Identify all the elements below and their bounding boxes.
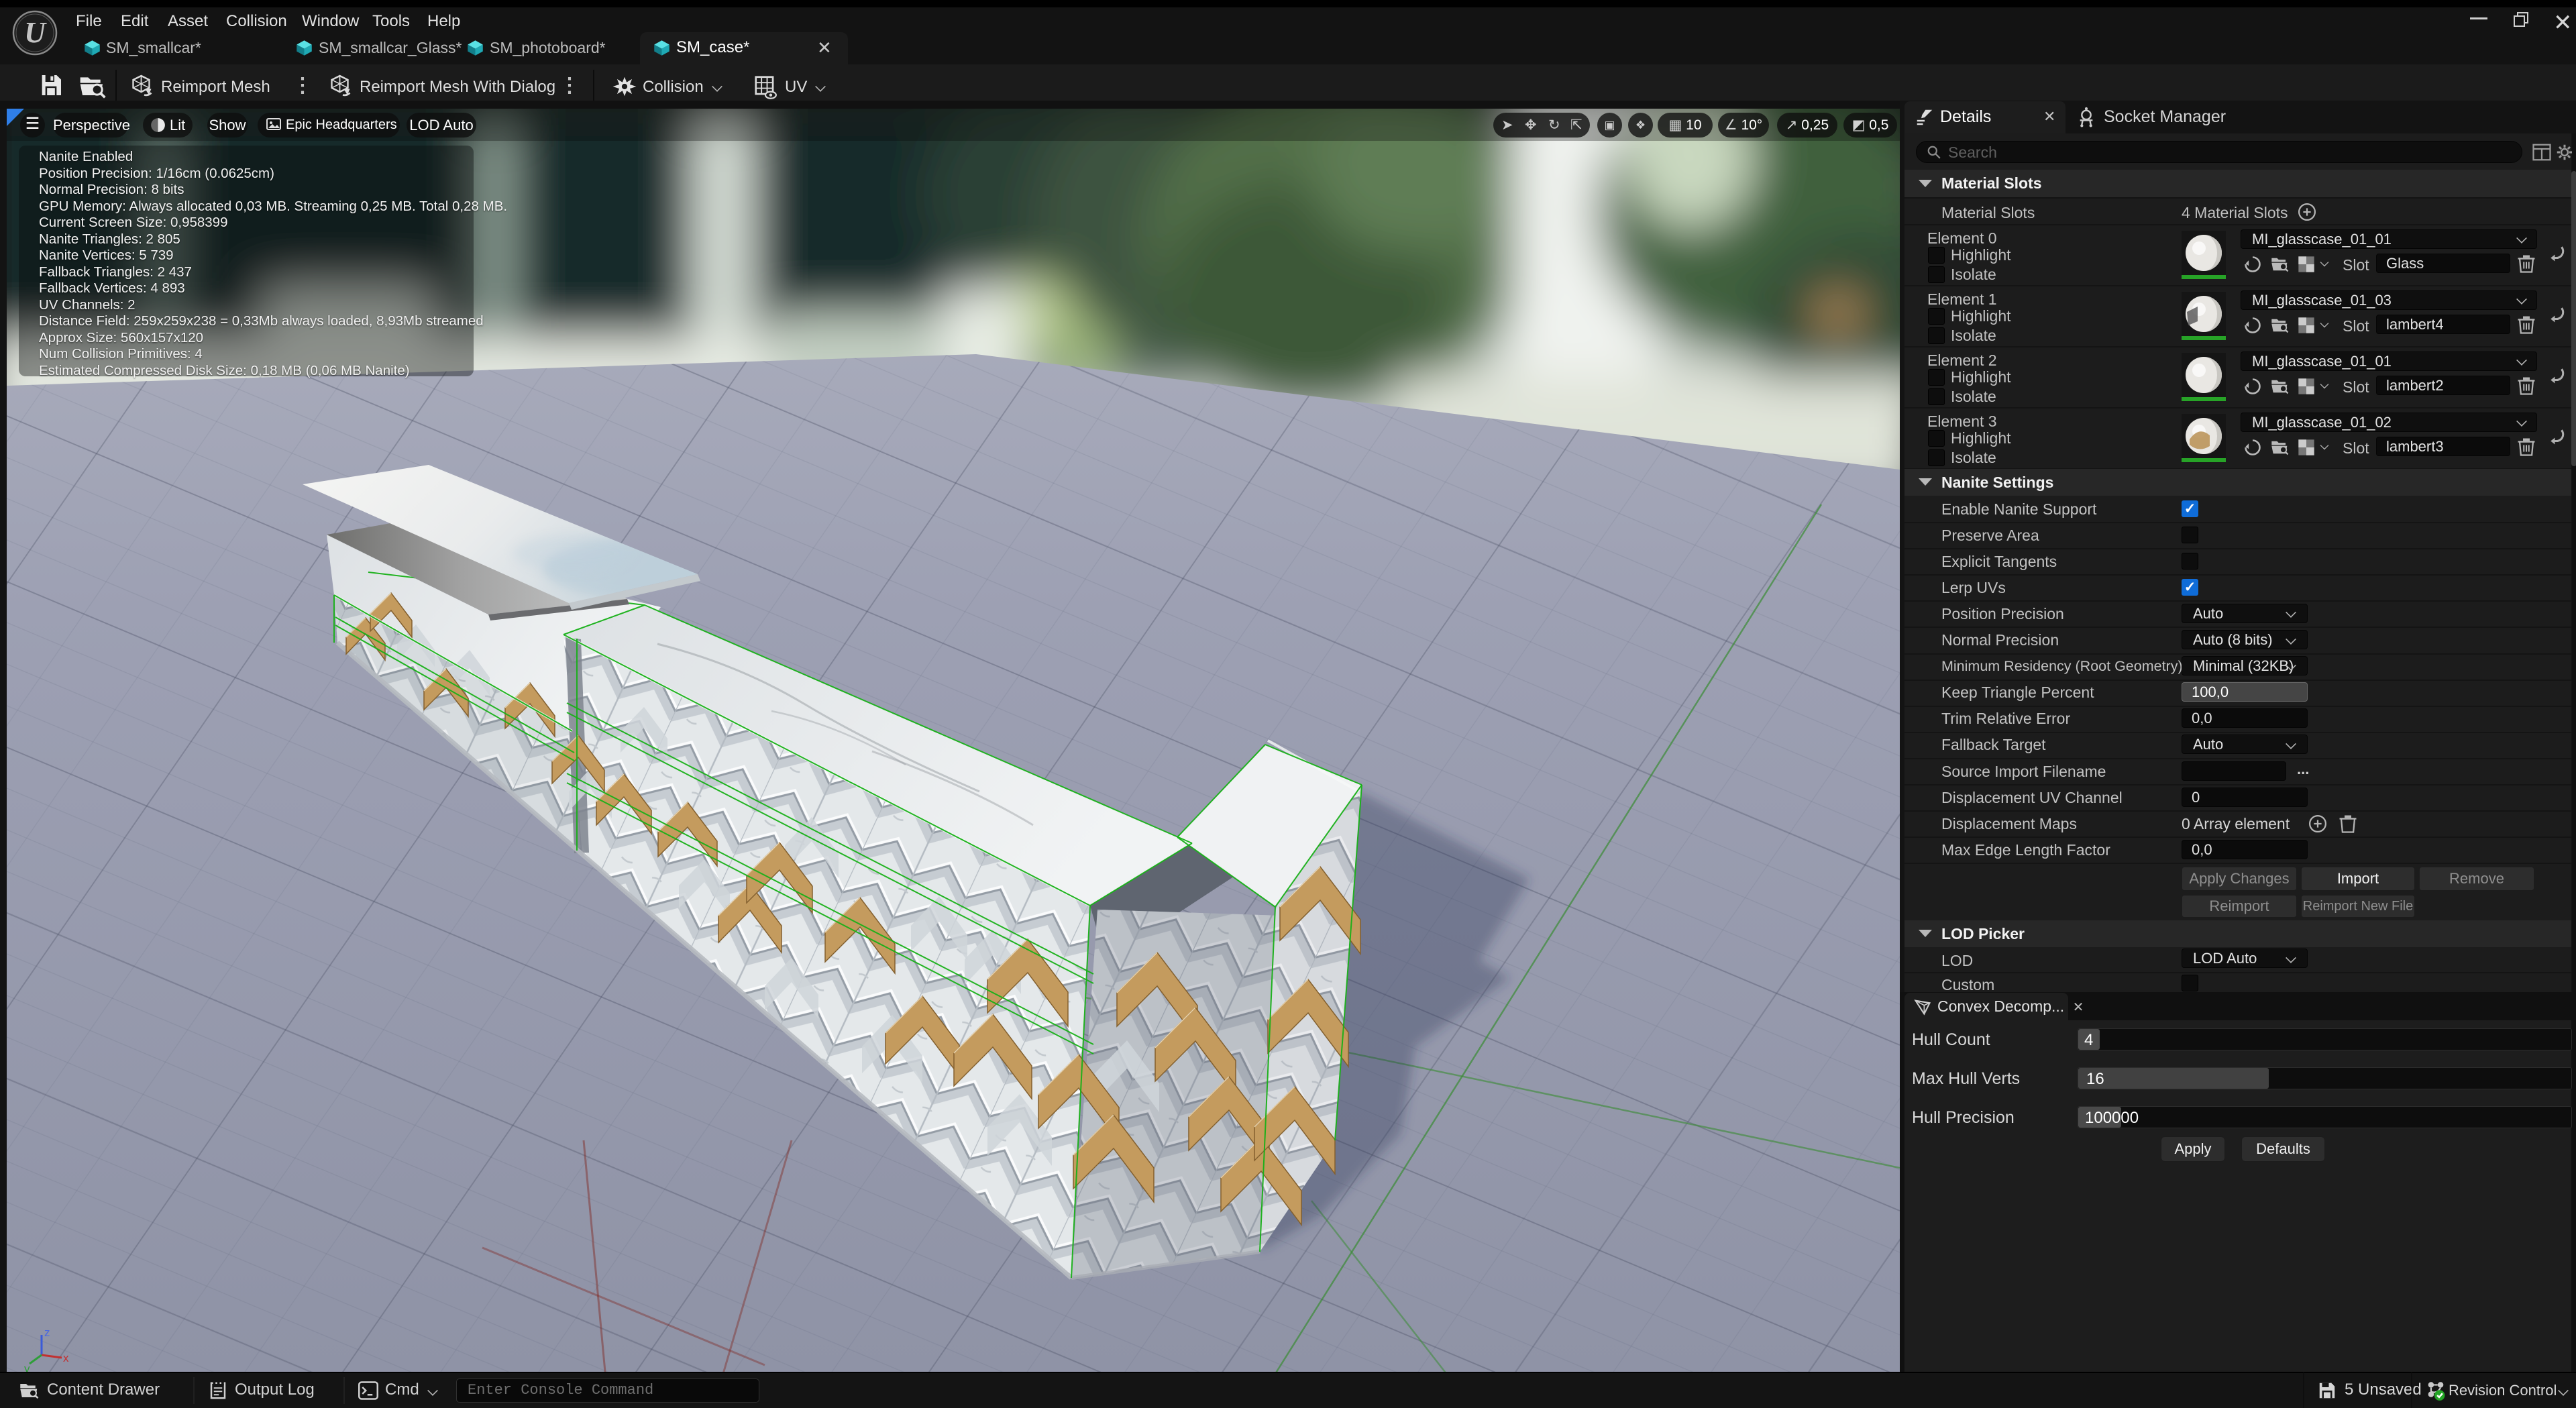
svg-text:U: U [24, 16, 47, 49]
svg-text:x: x [63, 1352, 69, 1364]
svg-text:*: * [2329, 1381, 2334, 1393]
svg-text:y: y [24, 1362, 30, 1372]
svg-text:z: z [44, 1326, 50, 1339]
